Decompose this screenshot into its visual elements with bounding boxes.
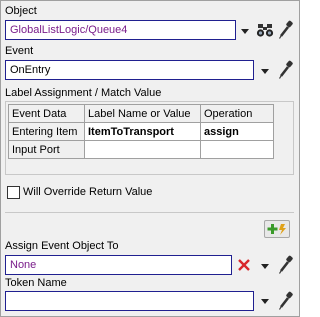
add-button[interactable]: [264, 220, 290, 238]
event-listening-panel: Object GlobalListLogic/Queue4 Event OnEn…: [0, 0, 300, 317]
chevron-down-icon[interactable]: [261, 299, 269, 304]
eyedropper-icon[interactable]: [278, 20, 294, 40]
table-row: Entering Item ItemToTransport assign: [8, 122, 274, 141]
eyedropper-icon[interactable]: [278, 291, 294, 311]
label-assignment-group: Event Data Label Name or Value Operation…: [5, 101, 294, 175]
event-field[interactable]: OnEntry: [5, 60, 254, 80]
eyedropper-icon[interactable]: [278, 255, 294, 275]
column-header: Operation: [200, 104, 274, 123]
override-checkbox[interactable]: [7, 186, 20, 199]
row-header: Input Port: [8, 140, 85, 159]
binoculars-icon[interactable]: [256, 21, 274, 39]
assign-event-object-label: Assign Event Object To: [5, 240, 119, 252]
token-name-field[interactable]: [5, 291, 254, 311]
object-label: Object: [5, 5, 37, 17]
operation-cell[interactable]: assign: [200, 122, 274, 141]
event-label: Event: [5, 45, 34, 57]
operation-cell[interactable]: [200, 140, 274, 159]
chevron-down-icon[interactable]: [241, 29, 249, 34]
assign-event-object-field[interactable]: None: [5, 255, 232, 275]
row-header: Entering Item: [8, 122, 85, 141]
red-x-icon[interactable]: [237, 258, 251, 272]
label-cell[interactable]: ItemToTransport: [84, 122, 201, 141]
eyedropper-icon[interactable]: [278, 60, 294, 80]
column-header: Event Data: [8, 104, 85, 123]
object-field[interactable]: GlobalListLogic/Queue4: [5, 20, 236, 40]
override-label: Will Override Return Value: [23, 186, 153, 198]
label-assignment-title: Label Assignment / Match Value: [5, 87, 162, 99]
table-row: Input Port: [8, 140, 274, 159]
green-plus-lightning-icon: [267, 224, 286, 235]
token-name-label: Token Name: [5, 277, 67, 289]
chevron-down-icon[interactable]: [261, 69, 269, 74]
chevron-down-icon[interactable]: [261, 264, 269, 269]
column-header: Label Name or Value: [84, 104, 201, 123]
label-assignment-table: Event Data Label Name or Value Operation…: [8, 104, 274, 159]
table-header-row: Event Data Label Name or Value Operation: [8, 104, 274, 123]
divider: [5, 212, 294, 213]
label-cell[interactable]: [84, 140, 201, 159]
